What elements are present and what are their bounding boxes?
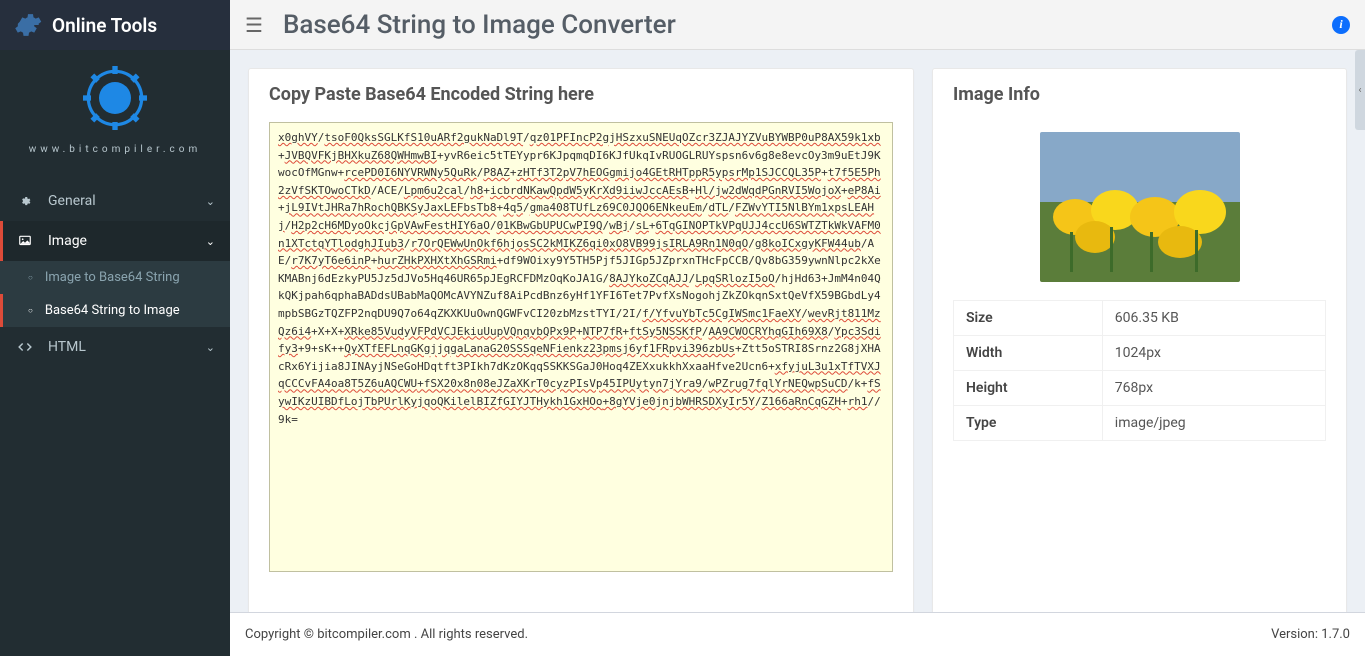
info-card-title: Image Info [933, 69, 1346, 110]
sidebar-item-label: Image [48, 233, 87, 249]
footer: Copyright © bitcompiler.com . All rights… [230, 612, 1365, 656]
page-title: Base64 String to Image Converter [283, 10, 676, 40]
info-icon[interactable]: i [1332, 16, 1350, 34]
input-card-title: Copy Paste Base64 Encoded String here [249, 69, 913, 110]
brand-name: Online Tools [52, 14, 157, 37]
table-row: Width1024px [954, 336, 1326, 371]
table-row: Typeimage/jpeg [954, 406, 1326, 441]
image-icon [18, 234, 38, 248]
main-content: Copy Paste Base64 Encoded String here x0… [230, 50, 1365, 656]
sidebar-item-html[interactable]: HTML ⌄ [0, 327, 230, 367]
brand-domain[interactable]: www.bitcompiler.com [0, 144, 230, 155]
code-icon [18, 340, 38, 354]
brand-gear-icon: 01010 [83, 66, 147, 134]
sidebar-item-label: HTML [48, 339, 86, 355]
copyright-text: Copyright © bitcompiler.com . All rights… [245, 627, 528, 642]
sidebar-item-general[interactable]: General ⌄ [0, 181, 230, 221]
svg-text:01010: 01010 [103, 96, 127, 105]
info-card: Image Info Size606.35 KB Width1024px [932, 68, 1347, 638]
gear-icon [12, 10, 42, 40]
chevron-down-icon: ⌄ [206, 195, 215, 208]
image-info-table: Size606.35 KB Width1024px Height768px Ty… [953, 300, 1326, 441]
chevron-down-icon: ⌄ [206, 235, 215, 248]
input-card: Copy Paste Base64 Encoded String here x0… [248, 68, 914, 638]
menu-toggle-icon[interactable]: ☰ [245, 13, 263, 37]
brand-section: 01010 www.bitcompiler.com [0, 50, 230, 169]
sidebar-menu: General ⌄ Image ⌄ Image to Base64 String… [0, 181, 230, 367]
sidebar-subitem-b64-to-img[interactable]: Base64 String to Image [0, 294, 230, 327]
sidebar-item-label: General [48, 193, 96, 209]
image-preview [1040, 132, 1240, 282]
right-drawer-handle[interactable]: ‹ [1355, 50, 1365, 130]
table-row: Height768px [954, 371, 1326, 406]
version-text: Version: 1.7.0 [1271, 627, 1350, 642]
base64-input[interactable]: x0ghVY/tsoF0QksSGLKfS10uARf2gukNaDl9T/qz… [269, 122, 893, 572]
topbar: ☰ Base64 String to Image Converter i [230, 0, 1365, 50]
sidebar-subitem-img-to-b64[interactable]: Image to Base64 String [0, 261, 230, 294]
gear-icon [18, 194, 38, 208]
brand-logo[interactable]: Online Tools [0, 0, 230, 50]
submenu-image: Image to Base64 String Base64 String to … [0, 261, 230, 327]
sidebar-item-image[interactable]: Image ⌄ [0, 221, 230, 261]
sidebar: 01010 www.bitcompiler.com General ⌄ Imag… [0, 50, 230, 656]
table-row: Size606.35 KB [954, 301, 1326, 336]
chevron-down-icon: ⌄ [206, 341, 215, 354]
